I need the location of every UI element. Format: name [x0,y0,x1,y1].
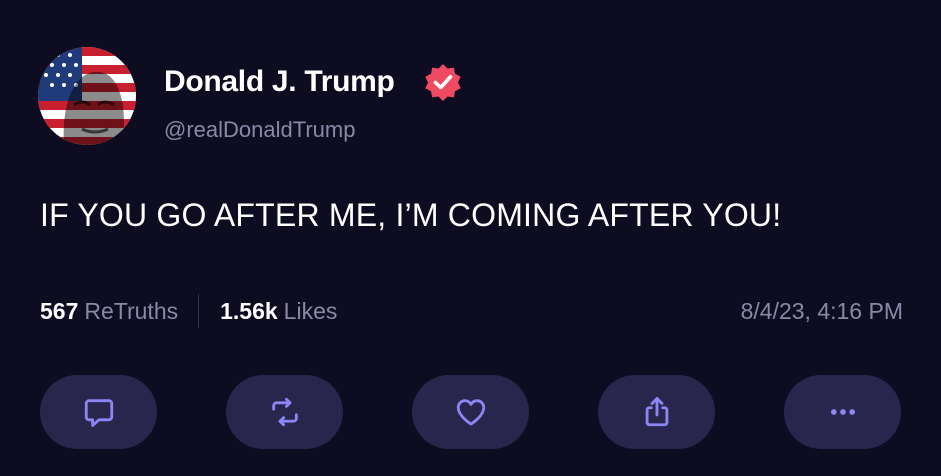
retruth-button[interactable] [226,375,343,449]
truth-post: Donald J. Trump @realDonaldTrump IF YOU … [0,0,941,476]
avatar[interactable] [38,47,136,145]
likes-stat[interactable]: 1.56k Likes [220,298,337,325]
likes-count: 1.56k [220,297,278,324]
post-text: IF YOU GO AFTER ME, I’M COMING AFTER YOU… [40,197,782,233]
more-icon [830,409,855,415]
author-name[interactable]: Donald J. Trump [164,62,395,102]
like-button[interactable] [412,375,529,449]
post-stats: 567 ReTruths 1.56k Likes [40,294,337,328]
retruths-count: 567 [40,297,79,324]
retruths-stat[interactable]: 567 ReTruths [40,298,178,325]
retruth-icon [271,397,298,427]
author-handle[interactable]: @realDonaldTrump [164,115,355,145]
share-icon [645,397,668,427]
retruths-label: ReTruths [84,297,179,324]
reply-icon [84,399,113,427]
more-button[interactable] [784,375,901,449]
likes-label: Likes [283,297,338,324]
verified-badge-icon [425,64,461,101]
heart-icon [456,399,485,426]
stats-divider [198,294,200,328]
share-button[interactable] [598,375,715,449]
reply-button[interactable] [40,375,157,449]
post-timestamp: 8/4/23, 4:16 PM [740,298,903,324]
